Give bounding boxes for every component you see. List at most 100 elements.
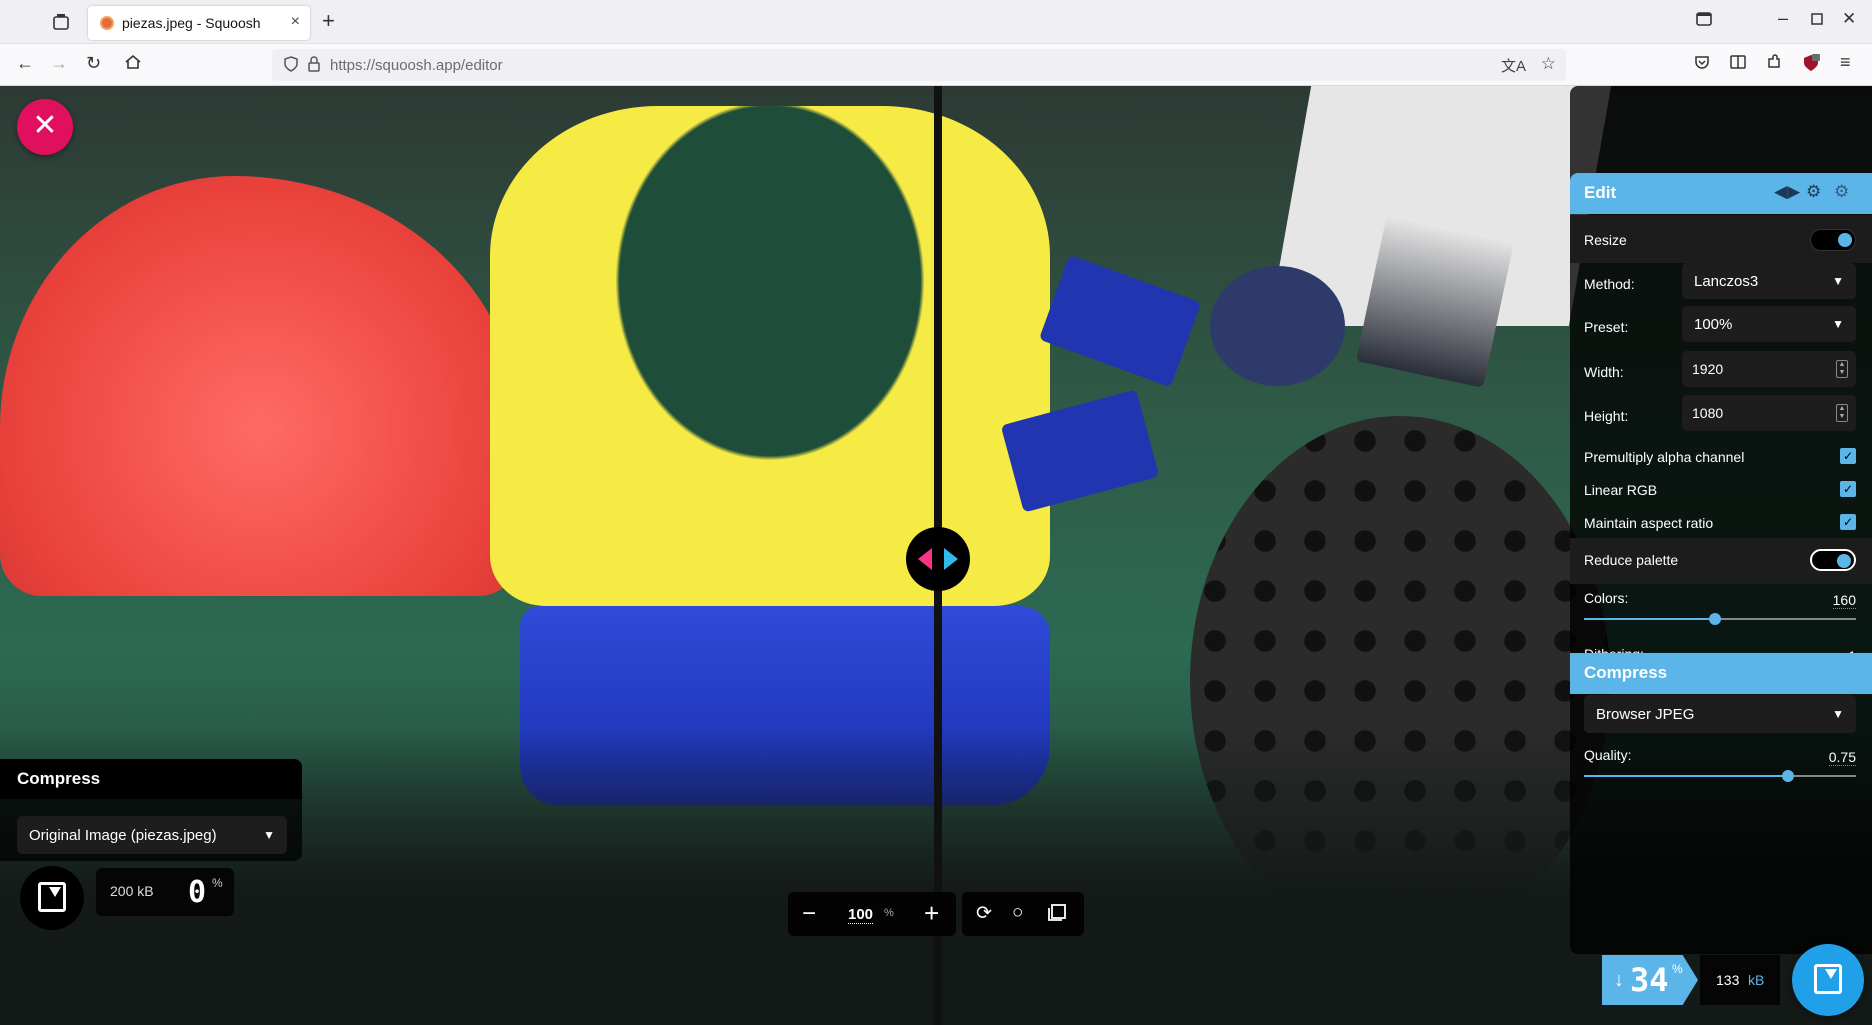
linear-rgb-label: Linear RGB — [1584, 482, 1658, 498]
premultiply-label: Premultiply alpha channel — [1584, 449, 1745, 465]
colors-value[interactable]: 160 — [1832, 592, 1856, 609]
window-list-icon[interactable] — [1696, 12, 1712, 29]
zoom-value[interactable]: 100 — [848, 906, 874, 924]
height-label: Height: — [1584, 408, 1629, 424]
right-options-panel: Edit ◀▶ ⚙ ⚙ Resize Method: Lanczos3 ▼ Pr… — [1570, 86, 1872, 954]
reader-view-icon[interactable] — [1730, 54, 1746, 75]
slider-knob[interactable] — [1708, 613, 1721, 625]
aspect-ratio-checkbox[interactable]: ✓ — [1840, 514, 1856, 530]
window-close-icon[interactable]: ✕ — [1842, 9, 1856, 29]
tab-list-icon[interactable] — [48, 11, 74, 35]
left-codec-value: Original Image (piezas.jpeg) — [29, 826, 217, 844]
photo-blue-dome — [1210, 266, 1345, 386]
down-arrow-icon: ↓ — [1614, 969, 1624, 991]
left-file-size: 200 kB — [110, 883, 154, 899]
reduce-palette-toggle[interactable] — [1810, 549, 1856, 571]
colors-label: Colors: — [1584, 590, 1629, 606]
reduction-percent-symbol: % — [1672, 962, 1683, 976]
zoom-in-button[interactable]: + — [924, 898, 939, 929]
close-editor-button[interactable]: ✕ — [17, 99, 73, 155]
copy-settings-icon[interactable]: ◀▶ — [1774, 182, 1800, 202]
zoom-controls: − 100 % + — [788, 892, 956, 936]
back-arrow-icon[interactable]: ← — [16, 53, 34, 74]
quality-slider[interactable] — [1584, 770, 1856, 782]
left-percent: 0 — [188, 875, 207, 910]
width-input[interactable]: 1920 ▲ ▼ — [1682, 351, 1856, 387]
resize-toggle[interactable] — [1810, 229, 1856, 251]
extensions-icon[interactable] — [1766, 54, 1782, 75]
preset-select[interactable]: 100% ▼ — [1682, 306, 1856, 342]
background-toggle-icon[interactable]: ○ — [1012, 902, 1023, 924]
tab-title: piezas.jpeg - Squoosh — [122, 15, 261, 31]
reduce-palette-label: Reduce palette — [1584, 552, 1679, 568]
left-size-info: 200 kB 0 % — [96, 868, 234, 916]
pocket-icon[interactable] — [1694, 54, 1710, 75]
browser-navbar: ← → ↻ https://squoosh.app/editor 文A ☆ ≡ — [0, 44, 1872, 86]
width-value: 1920 — [1692, 361, 1724, 377]
colors-slider[interactable] — [1584, 613, 1856, 625]
quality-value[interactable]: 0.75 — [1828, 749, 1856, 766]
tracking-shield-icon[interactable] — [284, 56, 298, 76]
chevron-down-icon: ▼ — [1832, 317, 1844, 331]
settings-gear-icon[interactable]: ⚙ — [1806, 182, 1821, 202]
stepper-icon[interactable]: ▲ ▼ — [1836, 404, 1848, 422]
ublock-icon[interactable] — [1802, 54, 1820, 77]
zoom-out-button[interactable]: − — [802, 900, 816, 928]
photo-blue-frame — [1038, 254, 1202, 388]
stepper-icon[interactable]: ▲ ▼ — [1836, 360, 1848, 378]
height-input[interactable]: 1080 ▲ ▼ — [1682, 395, 1856, 431]
result-size: 133 — [1716, 972, 1740, 988]
result-size-info: 133 kB — [1700, 955, 1780, 1005]
preset-label: Preset: — [1584, 319, 1629, 335]
maximize-icon[interactable] — [1810, 12, 1824, 29]
height-value: 1080 — [1692, 405, 1724, 421]
tab-piezas[interactable]: piezas.jpeg - Squoosh × — [88, 6, 310, 40]
method-value: Lanczos3 — [1694, 272, 1759, 290]
download-icon — [38, 882, 66, 912]
translate-icon[interactable]: 文A — [1501, 55, 1526, 76]
compare-slider-handle[interactable] — [906, 527, 970, 591]
address-bar[interactable]: https://squoosh.app/editor 文A ☆ — [272, 49, 1566, 81]
edit-header: Edit ◀▶ ⚙ ⚙ — [1570, 173, 1872, 214]
reset-settings-icon[interactable]: ⚙ — [1834, 182, 1849, 202]
app-menu-icon[interactable]: ≡ — [1840, 52, 1851, 73]
right-arrow-icon — [944, 548, 958, 570]
reload-icon[interactable]: ↻ — [86, 53, 101, 74]
photo-red-dome — [0, 176, 520, 596]
bookmark-star-icon[interactable]: ☆ — [1541, 54, 1556, 74]
chevron-down-icon: ▼ — [1832, 274, 1844, 288]
premultiply-checkbox[interactable]: ✓ — [1840, 448, 1856, 464]
resize-label: Resize — [1584, 232, 1627, 248]
width-label: Width: — [1584, 364, 1624, 380]
left-options-panel: Compress Original Image (piezas.jpeg) ▼ — [0, 759, 302, 861]
zoom-unit: % — [884, 907, 894, 919]
left-download-button[interactable] — [20, 866, 84, 930]
chevron-down-icon: ▼ — [263, 828, 275, 842]
slider-knob[interactable] — [1782, 770, 1794, 782]
codec-select[interactable]: Browser JPEG ▼ — [1584, 695, 1856, 733]
method-select[interactable]: Lanczos3 ▼ — [1682, 263, 1856, 299]
download-button[interactable] — [1792, 944, 1864, 1016]
lock-icon[interactable] — [308, 56, 320, 75]
home-icon[interactable] — [124, 53, 142, 76]
linear-rgb-checkbox[interactable]: ✓ — [1840, 481, 1856, 497]
result-unit: kB — [1748, 972, 1765, 988]
tab-close-icon[interactable]: × — [291, 13, 300, 31]
size-reduction-badge: ↓ 34 % — [1602, 955, 1698, 1005]
minimize-icon[interactable]: – — [1778, 8, 1788, 29]
edit-title: Edit — [1584, 183, 1617, 202]
aspect-ratio-label: Maintain aspect ratio — [1584, 515, 1714, 531]
compress-header: Compress — [1570, 653, 1872, 694]
compress-title: Compress — [1584, 663, 1668, 682]
left-codec-select[interactable]: Original Image (piezas.jpeg) ▼ — [17, 816, 287, 854]
reduction-percent: 34 — [1630, 961, 1669, 999]
rotate-icon[interactable]: ⟳ — [976, 902, 992, 925]
forward-arrow-icon[interactable]: → — [50, 53, 68, 74]
new-tab-button[interactable]: + — [322, 8, 335, 34]
url-text[interactable]: https://squoosh.app/editor — [330, 57, 503, 74]
codec-value: Browser JPEG — [1596, 705, 1695, 723]
view-tools: ⟳ ○ — [962, 892, 1084, 936]
browser-tabbar: piezas.jpeg - Squoosh × + – ✕ — [0, 0, 1872, 44]
squoosh-favicon-icon — [100, 16, 114, 30]
side-by-side-icon[interactable] — [1048, 902, 1068, 928]
